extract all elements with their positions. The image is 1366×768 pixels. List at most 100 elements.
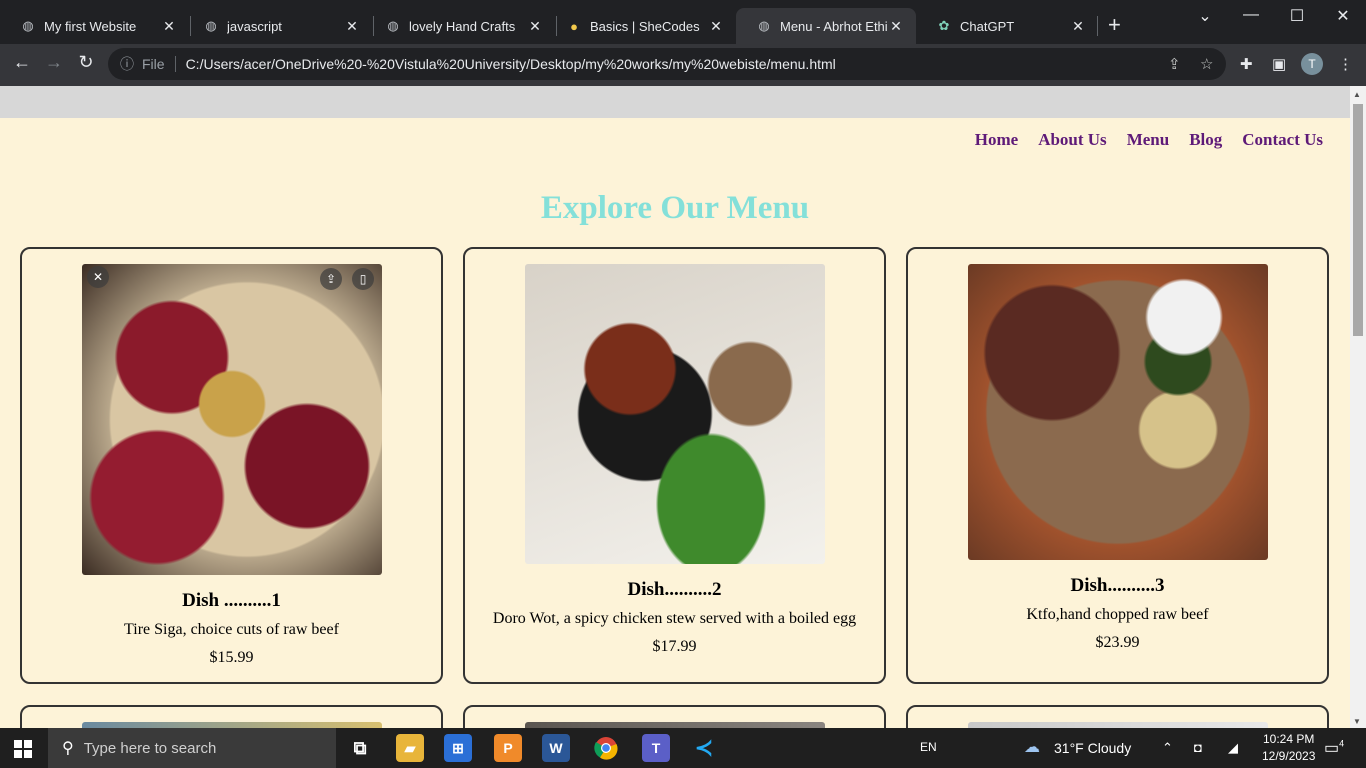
close-icon[interactable]: ✕ xyxy=(708,18,724,35)
forward-arrow-icon[interactable]: → xyxy=(42,52,66,73)
tab-javascript[interactable]: ◍ javascript ✕ xyxy=(183,8,372,44)
dish-description: Ktfo,hand chopped raw beef xyxy=(1026,606,1209,623)
tab-title: Basics | SheCodes xyxy=(590,18,700,34)
reload-icon[interactable]: ↻ xyxy=(74,52,98,73)
menu-card-3: Dish..........3 Ktfo,hand chopped raw be… xyxy=(906,247,1329,684)
notification-count: 4 xyxy=(1339,738,1345,749)
maximize-icon[interactable]: ☐ xyxy=(1274,6,1320,26)
shecodes-icon: ● xyxy=(570,18,578,34)
tab-basics-shecodes[interactable]: ● Basics | SheCodes ✕ xyxy=(546,8,736,44)
chevron-up-icon[interactable]: ⌃ xyxy=(1162,740,1173,756)
menu-card-1: ✕ ⇪ ▯ Dish ..........1 Tire Siga, choice… xyxy=(20,247,443,684)
site-nav: Home About Us Menu Blog Contact Us xyxy=(975,130,1323,150)
cloud-weather-icon: ☁ xyxy=(1024,739,1040,756)
vertical-scrollbar[interactable]: ▲ ▼ xyxy=(1350,86,1366,728)
globe-icon: ◍ xyxy=(758,18,770,33)
file-explorer-icon[interactable]: ▰ xyxy=(396,734,424,762)
nav-about-link[interactable]: About Us xyxy=(1038,130,1107,150)
teams-icon[interactable]: T xyxy=(642,734,670,762)
wifi-icon[interactable]: ◢ xyxy=(1228,740,1238,756)
url-text[interactable]: C:/Users/acer/OneDrive%20-%20Vistula%20U… xyxy=(186,56,836,72)
tab-title: Menu - Abrhot Ethiop xyxy=(780,18,888,34)
tab-chatgpt[interactable]: ✿ ChatGPT ✕ xyxy=(916,8,1098,44)
tab-my-first-website[interactable]: ◍ My first Website ✕ xyxy=(0,8,189,44)
page-top-strip xyxy=(0,86,1350,118)
close-icon[interactable]: ✕ xyxy=(1070,18,1086,35)
nav-contact-link[interactable]: Contact Us xyxy=(1242,130,1323,150)
kebab-menu-icon[interactable]: ⋮ xyxy=(1338,55,1353,73)
dish-price: $23.99 xyxy=(1095,634,1140,651)
close-icon[interactable]: ✕ xyxy=(888,18,904,35)
back-arrow-icon[interactable]: ← xyxy=(10,52,34,73)
tab-menu-active[interactable]: ◍ Menu - Abrhot Ethiop ✕ xyxy=(736,8,916,44)
menu-card-2: Dish..........2 Doro Wot, a spicy chicke… xyxy=(463,247,886,684)
nav-blog-link[interactable]: Blog xyxy=(1189,130,1222,150)
globe-icon: ◍ xyxy=(205,18,217,33)
nav-menu-link[interactable]: Menu xyxy=(1127,130,1170,150)
tab-search-chevron-icon[interactable]: ⌄ xyxy=(1182,6,1228,26)
close-icon[interactable]: ✕ xyxy=(344,18,360,35)
task-view-icon[interactable]: ⧉ xyxy=(346,734,374,762)
menu-card-5 xyxy=(463,705,886,728)
side-panel-icon[interactable]: ▣ xyxy=(1272,55,1286,73)
tab-title: My first Website xyxy=(44,18,137,34)
clock-time: 10:24 PM xyxy=(1263,732,1315,746)
tab-title: javascript xyxy=(227,18,282,34)
profile-avatar[interactable]: T xyxy=(1301,53,1323,75)
globe-icon: ◍ xyxy=(22,18,34,33)
bookmark-star-icon[interactable]: ☆ xyxy=(1200,55,1213,73)
close-icon[interactable]: ✕ xyxy=(87,266,109,288)
vscode-icon[interactable]: ≺ xyxy=(690,734,718,762)
tab-divider xyxy=(1097,16,1098,36)
dish-name: Dish..........3 xyxy=(1070,575,1165,596)
tab-lovely-hand-crafts[interactable]: ◍ lovely Hand Crafts ✕ xyxy=(365,8,555,44)
extensions-icon[interactable]: ✚ xyxy=(1240,55,1253,73)
share-icon[interactable]: ⇪ xyxy=(320,268,342,290)
dish-2-image xyxy=(525,264,825,564)
search-icon: ⚲ xyxy=(62,740,74,757)
notification-icon[interactable]: ▭4 xyxy=(1324,738,1344,758)
taskbar-search-box[interactable]: ⚲ Type here to search xyxy=(48,728,336,768)
menu-card-4 xyxy=(20,705,443,728)
menu-card-6 xyxy=(906,705,1329,728)
weather-text[interactable]: 31°F Cloudy xyxy=(1054,740,1131,756)
page-viewport: Home About Us Menu Blog Contact Us Explo… xyxy=(0,86,1350,728)
close-icon[interactable]: ✕ xyxy=(527,18,543,35)
taskbar-clock[interactable]: 10:24 PM 12/9/2023 xyxy=(1262,731,1315,765)
dish-description: Tire Siga, choice cuts of raw beef xyxy=(124,621,339,638)
info-icon[interactable]: ⓘ xyxy=(120,54,134,74)
url-scheme-label: File xyxy=(142,56,176,72)
dish-description: Doro Wot, a spicy chicken stew served wi… xyxy=(492,610,857,627)
windows-start-icon[interactable] xyxy=(14,740,32,763)
tab-title: lovely Hand Crafts xyxy=(409,18,516,34)
tab-title: ChatGPT xyxy=(960,18,1015,34)
bookmark-icon[interactable]: ▯ xyxy=(352,268,374,290)
search-placeholder: Type here to search xyxy=(83,739,217,757)
new-tab-plus-icon[interactable]: + xyxy=(1108,14,1121,36)
scroll-down-arrow-icon[interactable]: ▼ xyxy=(1353,717,1361,726)
scroll-up-arrow-icon[interactable]: ▲ xyxy=(1353,90,1361,99)
dish-name: Dish..........2 xyxy=(627,579,722,600)
dish-price: $15.99 xyxy=(209,649,254,666)
nav-home-link[interactable]: Home xyxy=(975,130,1018,150)
scrollbar-thumb[interactable] xyxy=(1353,104,1363,336)
globe-icon: ◍ xyxy=(387,18,399,33)
dish-3-image xyxy=(968,264,1268,560)
chatgpt-icon: ✿ xyxy=(938,18,950,33)
language-indicator[interactable]: EN xyxy=(920,740,937,754)
dish-name: Dish ..........1 xyxy=(182,590,281,611)
clock-date: 12/9/2023 xyxy=(1262,749,1316,763)
address-bar[interactable]: ⓘ File C:/Users/acer/OneDrive%20-%20Vist… xyxy=(108,48,1226,80)
dish-1-image: ✕ ⇪ ▯ xyxy=(82,264,382,575)
chrome-icon[interactable] xyxy=(592,734,620,762)
camera-icon[interactable]: ◘ xyxy=(1194,740,1202,755)
minimize-icon[interactable]: — xyxy=(1228,6,1274,24)
page-title: Explore Our Menu xyxy=(540,190,810,226)
dish-price: $17.99 xyxy=(652,638,697,655)
microsoft-store-icon[interactable]: ⊞ xyxy=(444,734,472,762)
close-icon[interactable]: ✕ xyxy=(161,18,177,35)
share-icon[interactable]: ⇪ xyxy=(1168,55,1181,73)
window-close-icon[interactable]: ✕ xyxy=(1320,6,1366,26)
word-icon[interactable]: W xyxy=(542,734,570,762)
pdf-app-icon[interactable]: P xyxy=(494,734,522,762)
